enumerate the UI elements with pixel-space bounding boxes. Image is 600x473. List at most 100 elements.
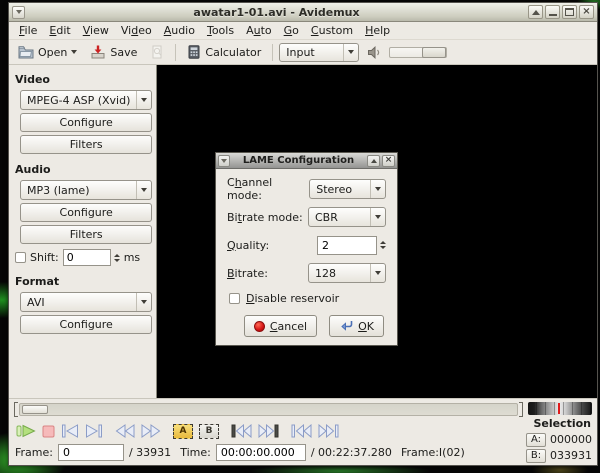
triangle-down-icon	[221, 159, 227, 163]
bitrate-selector[interactable]: 128	[308, 263, 386, 283]
fast-forward-icon	[141, 424, 161, 438]
audio-configure-button[interactable]: Configure	[20, 203, 152, 222]
spin-down-icon[interactable]	[380, 246, 386, 249]
channel-mode-selector[interactable]: Stereo	[309, 179, 386, 199]
menu-auto[interactable]: Auto	[240, 22, 278, 39]
menu-file[interactable]: File	[13, 22, 43, 39]
stop-button[interactable]	[42, 425, 55, 438]
input-selector[interactable]: Input	[279, 43, 359, 62]
minimize-button[interactable]	[545, 5, 560, 19]
seek-slider-thumb[interactable]	[22, 405, 48, 414]
toolbar: Open Save Calculator Input	[9, 40, 597, 65]
menu-tools[interactable]: Tools	[201, 22, 240, 39]
bottom-panel: A B Frame: / 33931 Time: / 00:22:37.280 …	[9, 398, 597, 465]
menu-custom[interactable]: Custom	[305, 22, 359, 39]
maximize-icon	[565, 8, 574, 16]
play-icon	[16, 424, 36, 438]
selection-panel: Selection A: 000000 B: 033931	[524, 399, 597, 465]
preview-button[interactable]	[145, 43, 169, 61]
format-selector[interactable]: AVI	[20, 292, 152, 312]
zoom-gauge[interactable]	[528, 402, 592, 415]
disable-reservoir-checkbox[interactable]	[229, 293, 240, 304]
bitrate-mode-selector[interactable]: CBR	[308, 207, 386, 227]
audio-filters-button[interactable]: Filters	[20, 225, 152, 244]
chevron-down-icon	[141, 98, 147, 102]
menu-help[interactable]: Help	[359, 22, 396, 39]
page-preview-icon	[150, 45, 164, 59]
previous-keyframe-button[interactable]	[231, 424, 252, 438]
format-configure-button[interactable]: Configure	[20, 315, 152, 334]
dialog-shade-button[interactable]	[367, 155, 380, 167]
previous-keyframe-icon	[231, 424, 252, 438]
menubar: File Edit View Video Audio Tools Auto Go…	[9, 22, 597, 40]
ok-button[interactable]: OK	[329, 315, 384, 337]
lame-configuration-dialog: LAME Configuration × Channel mode: Stere…	[215, 152, 398, 346]
chevron-down-icon	[141, 188, 147, 192]
previous-black-frame-icon	[291, 424, 312, 438]
video-filters-button[interactable]: Filters	[20, 135, 152, 154]
triangle-down-icon	[16, 10, 22, 14]
shift-value-input[interactable]	[63, 249, 111, 266]
menu-edit[interactable]: Edit	[43, 22, 76, 39]
menu-video[interactable]: Video	[115, 22, 158, 39]
close-button[interactable]: ×	[579, 5, 594, 19]
fast-forward-button[interactable]	[141, 424, 161, 438]
minimize-icon	[549, 9, 557, 16]
marker-b-value: 033931	[550, 449, 592, 462]
bitrate-mode-label: Bitrate mode:	[227, 211, 303, 224]
menu-view[interactable]: View	[77, 22, 115, 39]
maximize-button[interactable]	[562, 5, 577, 19]
selection-heading: Selection	[533, 417, 591, 430]
quality-value-input[interactable]	[317, 236, 377, 255]
toolbar-separator	[175, 44, 176, 61]
save-button[interactable]: Save	[85, 43, 142, 61]
play-button[interactable]	[16, 424, 36, 438]
volume-slider[interactable]	[389, 47, 447, 58]
window-titlebar: awatar1-01.avi - Avidemux ×	[9, 3, 597, 22]
shade-button[interactable]	[528, 5, 543, 19]
spin-down-icon[interactable]	[114, 259, 120, 262]
audio-section-heading: Audio	[15, 163, 152, 176]
video-codec-selector[interactable]: MPEG-4 ASP (Xvid)	[20, 90, 152, 110]
marker-b-field-button[interactable]: B:	[526, 449, 546, 463]
seek-bracket-left	[14, 402, 18, 417]
previous-frame-icon	[61, 424, 79, 438]
next-frame-button[interactable]	[85, 424, 103, 438]
cancel-button[interactable]: Cancel	[244, 315, 317, 337]
shift-spinbox	[63, 249, 120, 266]
fast-backward-button[interactable]	[115, 424, 135, 438]
menu-audio[interactable]: Audio	[158, 22, 201, 39]
seek-slider[interactable]	[19, 403, 518, 416]
bitrate-label: Bitrate:	[227, 267, 268, 280]
previous-black-frame-button[interactable]	[291, 424, 312, 438]
window-menu-icon[interactable]	[12, 6, 25, 19]
shade-icon	[371, 159, 377, 163]
video-configure-button[interactable]: Configure	[20, 113, 152, 132]
chevron-down-icon	[71, 50, 77, 54]
spin-up-icon[interactable]	[114, 254, 120, 257]
previous-frame-button[interactable]	[61, 424, 79, 438]
next-keyframe-button[interactable]	[258, 424, 279, 438]
fast-backward-icon	[115, 424, 135, 438]
volume-slider-thumb[interactable]	[422, 47, 446, 58]
marker-a-field-button[interactable]: A:	[526, 433, 546, 447]
frame-input[interactable]	[58, 444, 124, 461]
open-button[interactable]: Open	[13, 43, 82, 61]
calculator-button[interactable]: Calculator	[182, 43, 266, 61]
cancel-icon	[254, 321, 265, 332]
calculator-icon	[187, 45, 201, 59]
set-marker-a-button[interactable]: A	[173, 424, 193, 439]
quality-label: Quality:	[227, 239, 269, 252]
menu-go[interactable]: Go	[278, 22, 305, 39]
shift-checkbox[interactable]	[15, 252, 26, 263]
set-marker-b-button[interactable]: B	[199, 424, 219, 439]
dialog-close-button[interactable]: ×	[382, 155, 395, 167]
shade-icon	[532, 10, 540, 15]
audio-codec-selector[interactable]: MP3 (lame)	[20, 180, 152, 200]
spin-up-icon[interactable]	[380, 241, 386, 244]
folder-open-icon	[18, 45, 34, 59]
next-black-frame-button[interactable]	[318, 424, 339, 438]
dialog-menu-icon[interactable]	[218, 155, 230, 167]
close-icon: ×	[385, 156, 393, 165]
time-input[interactable]	[216, 444, 306, 461]
